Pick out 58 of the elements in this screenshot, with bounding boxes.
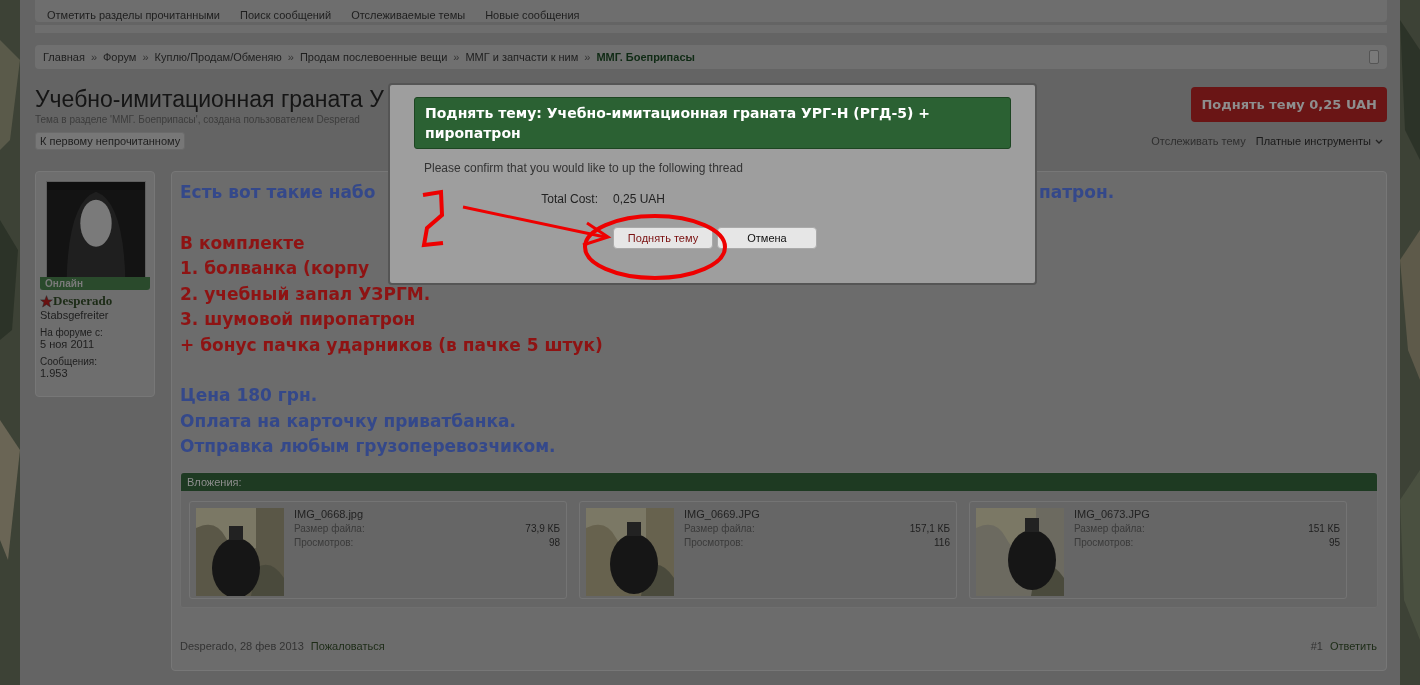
post-text: Цена 180 грн. xyxy=(180,384,318,407)
user-rank: Stabsgefreiter xyxy=(40,309,110,321)
nav-link[interactable]: Новые сообщения xyxy=(485,8,580,22)
stat-value: 1.953 xyxy=(40,367,69,379)
username-link[interactable]: Desperado xyxy=(53,293,113,309)
breadcrumb-separator: » xyxy=(142,51,149,63)
dialog-message: Please confirm that you would like to up the following thread xyxy=(424,161,744,175)
online-badge: Онлайн xyxy=(40,277,150,290)
confirm-button[interactable]: Поднять тему xyxy=(613,227,713,249)
cancel-button[interactable]: Отмена xyxy=(717,227,817,249)
star-icon xyxy=(40,294,53,308)
report-link[interactable]: Пожаловаться xyxy=(310,639,385,652)
post-text: Отправка любым грузоперевозчиком. xyxy=(180,435,556,458)
scroll-icon xyxy=(1369,50,1379,64)
caret-icon xyxy=(1375,138,1383,144)
cost-value: 0,25 UAH xyxy=(613,192,666,206)
post-text: В комплекте xyxy=(180,231,305,255)
post-text: Есть вот такие набо xyxy=(180,181,377,204)
nav-link[interactable]: Поиск сообщений xyxy=(240,8,332,22)
attachment-link[interactable]: IMG_0669.JPG xyxy=(684,507,950,520)
breadcrumb-separator: » xyxy=(287,51,294,63)
size-value: 151 КБ xyxy=(1308,522,1340,534)
post-text: 2. учебный запал УЗРГМ. xyxy=(180,282,431,306)
size-value: 73,9 КБ xyxy=(525,522,560,534)
breadcrumb-link[interactable]: Форум xyxy=(103,51,137,63)
hand-drawn-mark xyxy=(421,189,445,248)
breadcrumb-link[interactable]: ММГ и запчасти к ним xyxy=(465,51,579,63)
attachment-link[interactable]: IMG_0668.jpg xyxy=(294,507,560,520)
reply-link[interactable]: Ответить xyxy=(1329,639,1377,652)
views-value: 95 xyxy=(1328,536,1340,548)
breadcrumb-separator: » xyxy=(584,51,591,63)
views-value: 98 xyxy=(548,536,560,548)
post-text: патрон. xyxy=(1039,181,1115,204)
breadcrumb-separator: » xyxy=(90,51,97,63)
bump-button[interactable]: Поднять тему 0,25 UAH xyxy=(1191,87,1387,122)
tools-menu[interactable]: Платные инструменты xyxy=(1255,135,1383,147)
attachment-link[interactable]: IMG_0673.JPG xyxy=(1074,507,1340,520)
cost-label: Total Cost: xyxy=(540,192,598,206)
nav-link[interactable]: Отметить разделы прочитанными xyxy=(47,8,220,22)
stat-value: 5 ноя 2011 xyxy=(40,338,96,350)
size-value: 157,1 КБ xyxy=(909,522,950,534)
post-text: 1. болванка (корпу xyxy=(180,257,370,280)
attachments-header: Вложения: xyxy=(181,472,1377,491)
dialog-title: Поднять тему: Учебно-имитационная граната УРГ-Н (РГД-5) + пиропатрон xyxy=(414,97,1011,149)
breadcrumb-link[interactable]: Куплю/Продам/Обменяю xyxy=(154,51,282,63)
post-text: Оплата на карточку приватбанка. xyxy=(180,409,516,433)
breadcrumb-separator: » xyxy=(453,51,460,63)
post-text: 3. шумовой пиропатрон xyxy=(180,308,416,331)
stat-label: На форуме с: xyxy=(40,327,104,338)
breadcrumb-link[interactable]: ММГ. Боеприпасы xyxy=(596,51,695,63)
thread-title: Учебно-имитационная граната У xyxy=(35,85,384,113)
breadcrumb-link[interactable]: Продам послевоенные вещи xyxy=(299,51,448,63)
views-value: 116 xyxy=(934,536,950,548)
breadcrumb-link[interactable]: Главная xyxy=(43,51,85,63)
stat-label: Сообщения: xyxy=(40,356,99,367)
first-unread-button[interactable]: К первому непрочитанному xyxy=(35,132,186,150)
post-text: + бонус пачка ударников (в пачке 5 штук) xyxy=(180,333,603,357)
nav-link[interactable]: Отслеживаемые темы xyxy=(351,8,466,22)
